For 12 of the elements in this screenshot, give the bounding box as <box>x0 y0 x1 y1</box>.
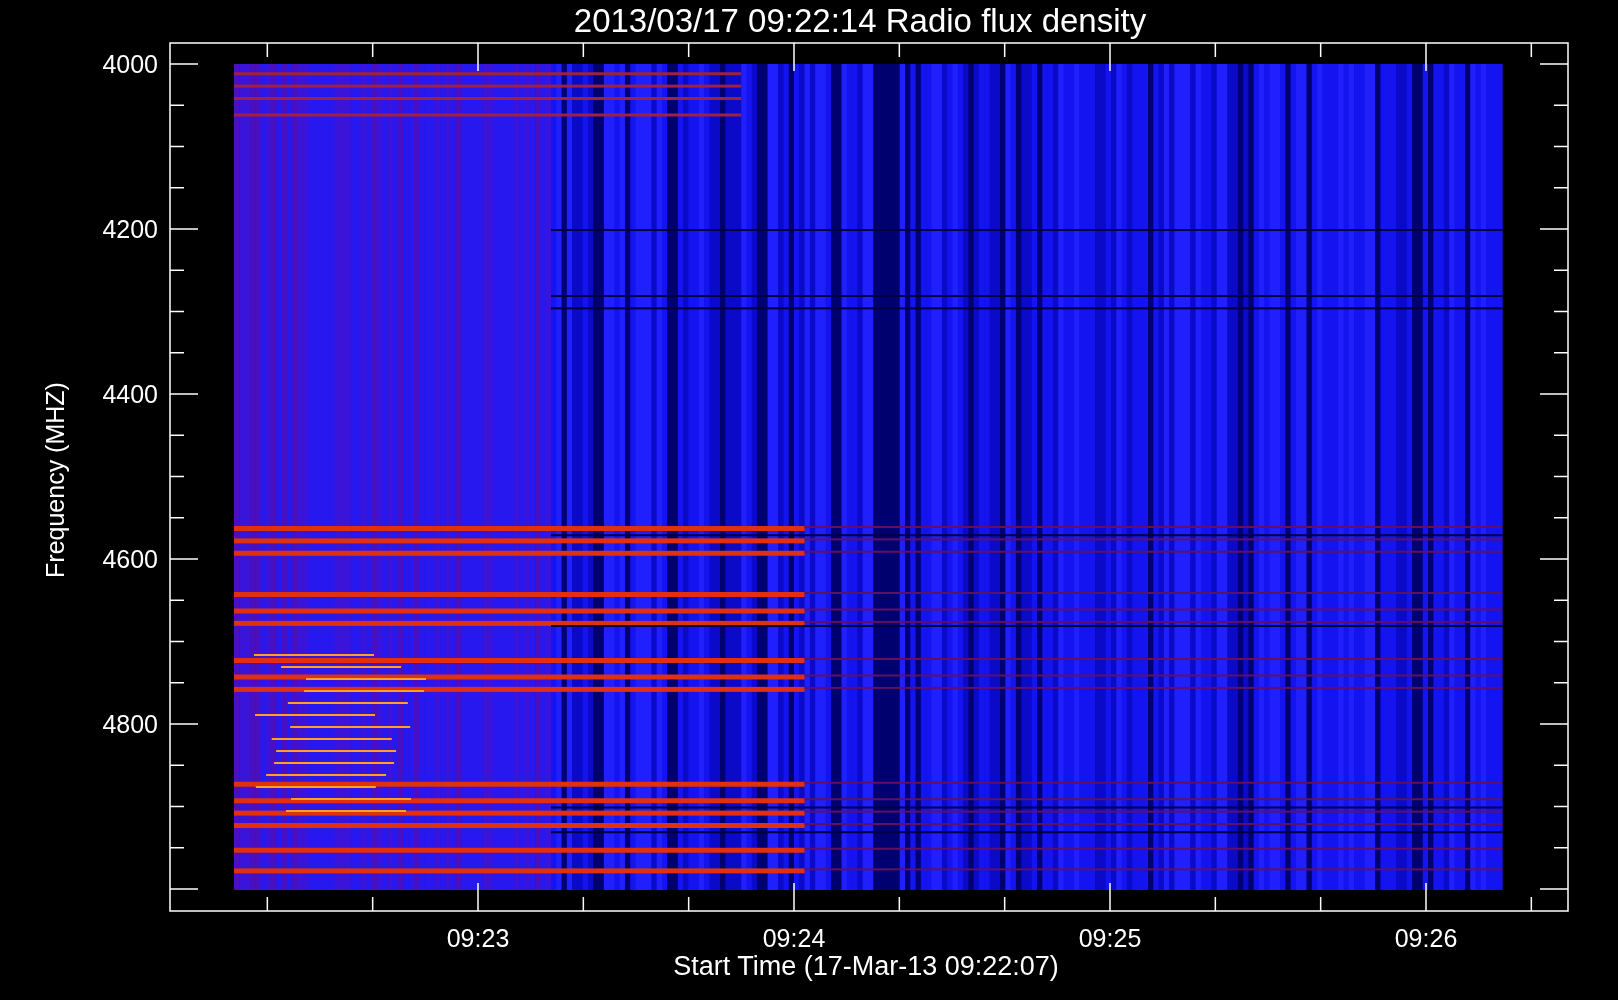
y-axis-label: Frequency (MHZ) <box>41 382 69 578</box>
x-tick-label: 09:26 <box>1394 924 1458 952</box>
x-tick-label: 09:23 <box>446 924 510 952</box>
y-tick-label: 4800 <box>102 710 158 738</box>
y-tick-label: 4200 <box>102 215 158 243</box>
x-axis-label: Start Time (17-Mar-13 09:22:07) <box>673 951 1059 981</box>
y-tick-label: 4400 <box>102 380 158 408</box>
y-tick-label: 4600 <box>102 545 158 573</box>
chart-title: 2013/03/17 09:22:14 Radio flux density <box>573 2 1147 39</box>
y-tick-label: 4000 <box>102 50 158 78</box>
x-tick-label: 09:24 <box>762 924 826 952</box>
x-tick-label: 09:25 <box>1078 924 1142 952</box>
